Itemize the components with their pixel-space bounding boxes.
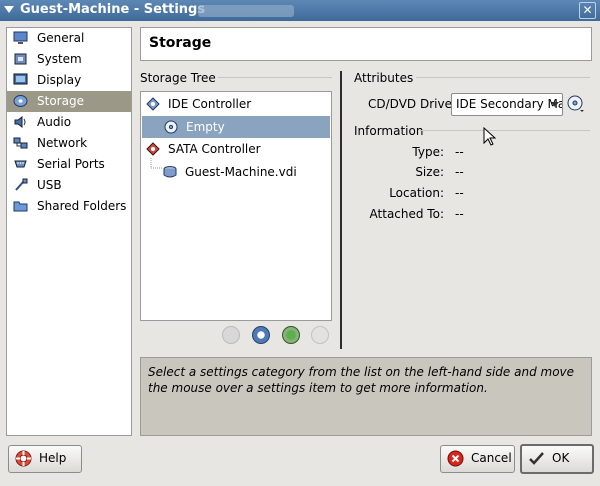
- tree-node-label: Empty: [186, 120, 225, 134]
- disk-icon: [13, 95, 28, 107]
- tree-node-ide-controller[interactable]: IDE Controller: [146, 93, 326, 115]
- cd-icon: [164, 120, 178, 134]
- info-key: Location:: [389, 186, 444, 200]
- tree-node-label: IDE Controller: [168, 97, 252, 111]
- sidebar-item-label: Audio: [37, 115, 72, 129]
- attributes-legend-label: Attributes: [354, 71, 414, 85]
- information-legend-label: Information: [354, 124, 424, 138]
- sidebar-item-serial-ports[interactable]: Serial Ports: [7, 154, 131, 175]
- mouse-pointer-icon: [483, 127, 497, 146]
- info-key: Size:: [415, 165, 444, 179]
- remove-attachment-icon[interactable]: [311, 326, 329, 344]
- storage-tree-toolbar: [222, 326, 332, 344]
- serial-port-icon: [14, 160, 27, 168]
- info-row-attached-to: Attached To: --: [354, 207, 590, 223]
- info-value: --: [455, 207, 464, 221]
- panel-separator[interactable]: [340, 71, 342, 349]
- storage-tree[interactable]: IDE Controller Empty SATA Controller Gue…: [140, 91, 332, 321]
- hard-disk-icon: [163, 166, 177, 178]
- ok-button-label: OK: [552, 451, 570, 465]
- tree-node-sata-controller[interactable]: SATA Controller: [146, 138, 326, 160]
- sidebar-item-storage[interactable]: Storage: [7, 91, 131, 112]
- legend-divider: [420, 130, 590, 131]
- sidebar-item-display[interactable]: Display: [7, 70, 131, 91]
- sidebar-item-label: Network: [37, 136, 88, 150]
- ide-controller-icon: [146, 97, 160, 111]
- title-bar[interactable]: Guest-Machine - Settings ✕: [0, 0, 600, 21]
- settings-window: Guest-Machine - Settings ✕ General Syste…: [0, 0, 600, 486]
- remove-controller-icon[interactable]: [252, 326, 270, 344]
- sidebar-item-label: USB: [37, 178, 62, 192]
- help-button-label: Help: [39, 451, 67, 465]
- tree-node-label: SATA Controller: [168, 142, 261, 156]
- checkmark-icon: [529, 452, 544, 465]
- sidebar-item-label: General: [37, 31, 85, 45]
- sidebar-item-usb[interactable]: USB: [7, 175, 131, 196]
- sidebar-item-label: Display: [37, 73, 82, 87]
- cancel-button-label: Cancel: [471, 451, 512, 465]
- cd-drive-label: CD/DVD Drive:: [368, 97, 456, 111]
- sidebar-item-label: Serial Ports: [37, 157, 105, 171]
- info-value: --: [455, 186, 464, 200]
- chevron-down-icon: [551, 102, 559, 107]
- lifebuoy-icon: [15, 450, 32, 467]
- folder-icon: [13, 201, 28, 212]
- cd-choose-disk-icon[interactable]: [567, 95, 585, 113]
- info-value: --: [455, 165, 464, 179]
- cancel-button[interactable]: Cancel: [440, 445, 515, 473]
- cancel-icon: [447, 450, 464, 467]
- sata-controller-icon: [146, 142, 160, 156]
- info-row-type: Type: --: [354, 145, 590, 161]
- page-header: Storage: [140, 27, 592, 61]
- description-box: Select a settings category from the list…: [140, 357, 592, 436]
- info-key: Type:: [412, 145, 444, 159]
- network-icon: [13, 137, 28, 149]
- window-menu-icon[interactable]: [4, 6, 14, 13]
- description-text: Select a settings category from the list…: [148, 365, 575, 395]
- help-button[interactable]: Help: [8, 445, 82, 473]
- cd-drive-select[interactable]: IDE Secondary Master: [451, 93, 563, 116]
- display-icon: [13, 73, 28, 85]
- info-row-size: Size: --: [354, 165, 590, 181]
- storage-tree-legend-label: Storage Tree: [140, 71, 216, 85]
- sidebar-item-label: Shared Folders: [37, 199, 127, 213]
- chip-icon: [14, 53, 27, 65]
- sidebar-item-audio[interactable]: Audio: [7, 112, 131, 133]
- sidebar-item-label: System: [37, 52, 82, 66]
- speaker-icon: [14, 116, 26, 128]
- sidebar-item-network[interactable]: Network: [7, 133, 131, 154]
- usb-icon: [15, 178, 28, 191]
- storage-tree-legend: Storage Tree: [140, 71, 332, 85]
- add-attachment-icon[interactable]: [282, 326, 300, 344]
- info-key: Attached To:: [369, 207, 444, 221]
- close-button[interactable]: ✕: [579, 2, 596, 19]
- sidebar-item-label: Storage: [37, 94, 84, 108]
- tree-branch-connector: [150, 158, 163, 169]
- window-title: Guest-Machine - Settings: [20, 2, 206, 17]
- sidebar-item-system[interactable]: System: [7, 49, 131, 70]
- cd-drive-value: IDE Secondary Master: [456, 97, 562, 111]
- blurred-region: [198, 5, 294, 17]
- ok-button[interactable]: OK: [520, 444, 594, 474]
- attributes-legend: Attributes: [354, 71, 590, 85]
- tree-node-label: Guest-Machine.vdi: [185, 165, 297, 179]
- info-value: --: [455, 145, 464, 159]
- add-controller-icon[interactable]: [222, 326, 240, 344]
- info-row-location: Location: --: [354, 186, 590, 202]
- sidebar-item-general[interactable]: General: [7, 28, 131, 49]
- legend-divider: [218, 77, 332, 78]
- information-legend: Information: [354, 124, 590, 138]
- category-list: General System Display Storage Audio Net…: [6, 27, 132, 436]
- tree-node-empty[interactable]: Empty: [142, 116, 330, 138]
- sidebar-item-shared-folders[interactable]: Shared Folders: [7, 196, 131, 217]
- page-title: Storage: [149, 35, 212, 51]
- legend-divider: [416, 77, 590, 78]
- tree-node-hard-disk[interactable]: Guest-Machine.vdi: [163, 161, 323, 183]
- monitor-icon: [13, 31, 28, 44]
